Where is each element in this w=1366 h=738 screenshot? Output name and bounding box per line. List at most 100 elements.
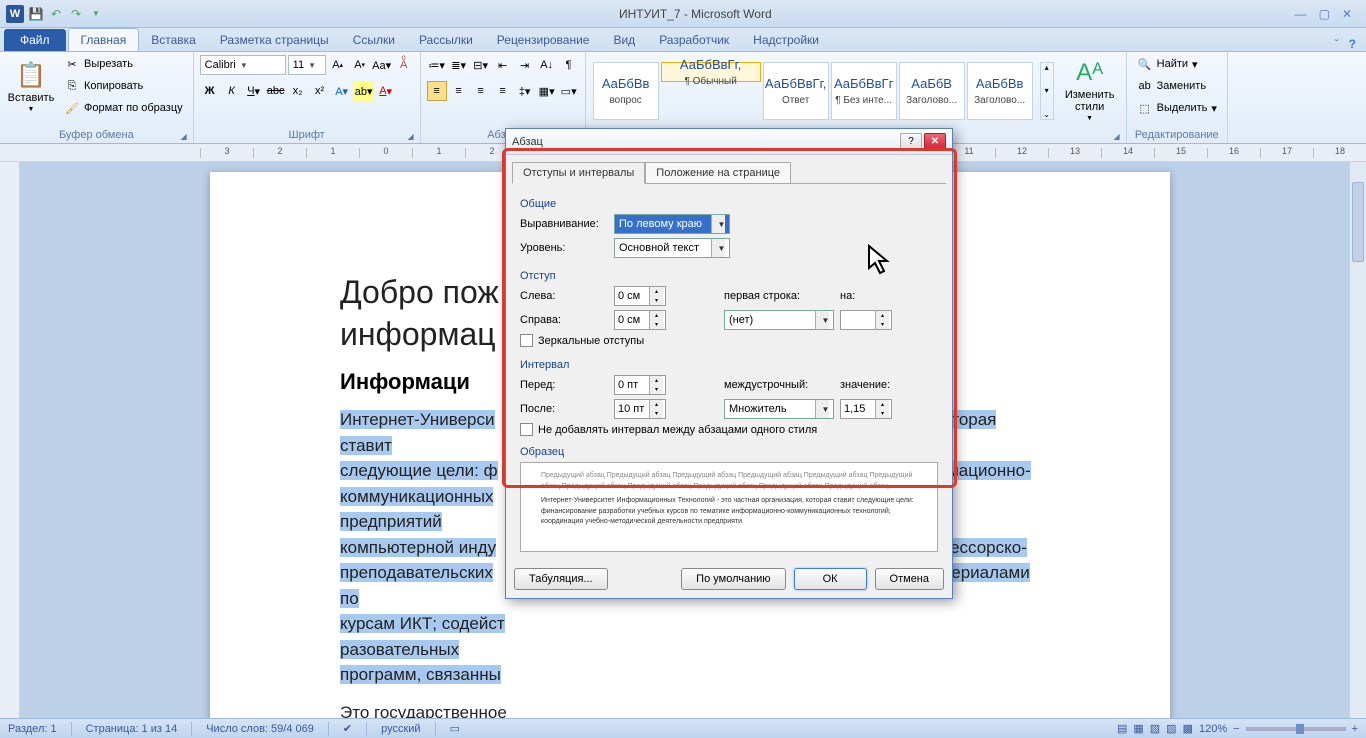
view-outline-icon[interactable]: ▨: [1166, 722, 1176, 735]
highlight-icon[interactable]: ab▾: [354, 81, 374, 101]
cancel-button[interactable]: Отмена: [875, 568, 944, 590]
styles-up-icon[interactable]: ▴: [1041, 63, 1053, 72]
qat-dropdown-icon[interactable]: ▼: [88, 6, 104, 22]
view-draft-icon[interactable]: ▩: [1183, 722, 1193, 735]
status-section[interactable]: Раздел: 1: [8, 723, 57, 735]
status-insert-icon[interactable]: ▭: [450, 722, 460, 735]
find-button[interactable]: 🔍Найти ▾: [1133, 54, 1221, 74]
borders-icon[interactable]: ▭▾: [559, 81, 579, 101]
style-item[interactable]: АаБбВвГг,Ответ: [763, 62, 829, 120]
bold-icon[interactable]: Ж: [200, 81, 220, 101]
alignment-select[interactable]: По левому краю▼: [614, 214, 730, 234]
tab-layout[interactable]: Разметка страницы: [208, 29, 341, 51]
help-icon[interactable]: ?: [1349, 37, 1356, 51]
indent-dec-icon[interactable]: ⇤: [493, 55, 513, 75]
level-select[interactable]: Основной текст▼: [614, 238, 730, 258]
ruler-vertical[interactable]: [0, 162, 20, 718]
style-item[interactable]: АаБбВвГг,¶ Обычный: [661, 62, 761, 82]
superscript-icon[interactable]: x²: [310, 81, 330, 101]
linespacing-select[interactable]: Множитель▼: [724, 399, 834, 419]
mirror-checkbox[interactable]: Зеркальные отступы: [520, 334, 938, 347]
linespacing-at-spinner[interactable]: ▴▾: [840, 399, 892, 419]
tab-developer[interactable]: Разработчик: [647, 29, 741, 51]
indent-inc-icon[interactable]: ⇥: [515, 55, 535, 75]
font-color-icon[interactable]: A▾: [376, 81, 396, 101]
clear-format-icon[interactable]: Aͦ: [394, 55, 414, 75]
style-item[interactable]: АаБбВввопрос: [593, 62, 659, 120]
grow-font-icon[interactable]: A▴: [328, 55, 348, 75]
dialog-help-icon[interactable]: ?: [900, 133, 922, 151]
nospace-checkbox[interactable]: Не добавлять интервал между абзацами одн…: [520, 423, 938, 436]
font-name-combo[interactable]: Calibri▼: [200, 55, 286, 75]
status-lang[interactable]: русский: [381, 723, 420, 735]
view-read-icon[interactable]: ▦: [1133, 722, 1143, 735]
dialog-close-icon[interactable]: ✕: [924, 133, 946, 151]
indent-left-spinner[interactable]: ▴▾: [614, 286, 666, 306]
align-justify-icon[interactable]: ≡: [493, 81, 513, 101]
numbering-icon[interactable]: ≣▾: [449, 55, 469, 75]
font-size-combo[interactable]: 11▼: [288, 55, 326, 75]
style-item[interactable]: АаБбВЗаголово...: [899, 62, 965, 120]
strike-icon[interactable]: abc: [266, 81, 286, 101]
bullets-icon[interactable]: ≔▾: [427, 55, 447, 75]
align-center-icon[interactable]: ≡: [449, 81, 469, 101]
ribbon-minimize-icon[interactable]: ˇ: [1335, 37, 1339, 51]
firstline-select[interactable]: (нет)▼: [724, 310, 834, 330]
multilevel-icon[interactable]: ⊟▾: [471, 55, 491, 75]
dialog-launcher-icon[interactable]: ◢: [1113, 132, 1119, 141]
style-item[interactable]: АаБбВвЗаголово...: [967, 62, 1033, 120]
tabs-button[interactable]: Табуляция...: [514, 568, 608, 590]
zoom-in-icon[interactable]: +: [1352, 723, 1358, 735]
dialog-launcher-icon[interactable]: ◢: [180, 132, 186, 141]
line-spacing-icon[interactable]: ‡▾: [515, 81, 535, 101]
select-button[interactable]: ⬚Выделить ▾: [1133, 98, 1221, 118]
italic-icon[interactable]: К: [222, 81, 242, 101]
styles-more-icon[interactable]: ⌄: [1041, 110, 1053, 119]
underline-icon[interactable]: Ч▾: [244, 81, 264, 101]
tab-review[interactable]: Рецензирование: [485, 29, 602, 51]
change-case-icon[interactable]: Aa▾: [372, 55, 392, 75]
minimize-icon[interactable]: ―: [1295, 7, 1307, 21]
firstline-by-spinner[interactable]: ▴▾: [840, 310, 892, 330]
sort-icon[interactable]: A↓: [537, 55, 557, 75]
space-before-spinner[interactable]: ▴▾: [614, 375, 666, 395]
view-web-icon[interactable]: ▧: [1150, 722, 1160, 735]
styles-down-icon[interactable]: ▾: [1041, 86, 1053, 95]
subscript-icon[interactable]: x₂: [288, 81, 308, 101]
view-print-icon[interactable]: ▤: [1117, 722, 1127, 735]
save-icon[interactable]: 💾: [28, 6, 44, 22]
cut-button[interactable]: ✂Вырезать: [60, 54, 187, 74]
align-right-icon[interactable]: ≡: [471, 81, 491, 101]
ok-button[interactable]: ОК: [794, 568, 867, 590]
indent-right-spinner[interactable]: ▴▾: [614, 310, 666, 330]
zoom-value[interactable]: 120%: [1199, 723, 1227, 735]
status-page[interactable]: Страница: 1 из 14: [86, 723, 178, 735]
close-window-icon[interactable]: ✕: [1342, 7, 1352, 21]
tab-insert[interactable]: Вставка: [139, 29, 208, 51]
tab-mailings[interactable]: Рассылки: [407, 29, 485, 51]
change-styles-button[interactable]: Aᴬ Изменить стили ▼: [1060, 58, 1120, 124]
default-button[interactable]: По умолчанию: [681, 568, 785, 590]
align-left-icon[interactable]: ≡: [427, 81, 447, 101]
tab-view[interactable]: Вид: [601, 29, 647, 51]
tab-addins[interactable]: Надстройки: [741, 29, 831, 51]
status-spellcheck-icon[interactable]: ✔: [343, 722, 352, 735]
zoom-out-icon[interactable]: −: [1233, 723, 1239, 735]
scrollbar-vertical[interactable]: [1349, 162, 1366, 718]
dialog-launcher-icon[interactable]: ◢: [407, 132, 413, 141]
paste-button[interactable]: 📋 Вставить ▼: [6, 54, 56, 120]
format-painter-button[interactable]: 🖌Формат по образцу: [60, 98, 187, 118]
copy-button[interactable]: ⎘Копировать: [60, 76, 187, 96]
tab-indents[interactable]: Отступы и интервалы: [512, 162, 645, 184]
style-item[interactable]: АаБбВвГг¶ Без инте...: [831, 62, 897, 120]
pilcrow-icon[interactable]: ¶: [559, 55, 579, 75]
maximize-icon[interactable]: ▢: [1319, 7, 1330, 21]
status-words[interactable]: Число слов: 59/4 069: [206, 723, 314, 735]
tab-position[interactable]: Положение на странице: [645, 162, 791, 184]
tab-references[interactable]: Ссылки: [341, 29, 407, 51]
shrink-font-icon[interactable]: A▾: [350, 55, 370, 75]
shading-icon[interactable]: ▦▾: [537, 81, 557, 101]
zoom-slider[interactable]: [1246, 727, 1346, 731]
replace-button[interactable]: abЗаменить: [1133, 76, 1221, 96]
file-tab[interactable]: Файл: [4, 29, 66, 51]
